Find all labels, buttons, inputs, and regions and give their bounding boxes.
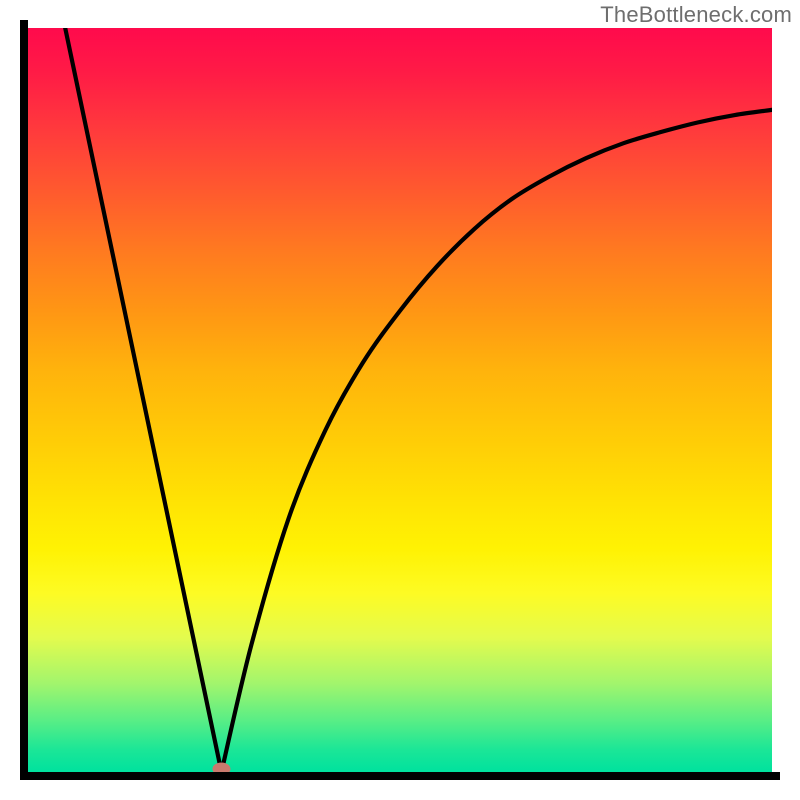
minimum-marker (212, 763, 230, 773)
plot-area (28, 28, 772, 772)
x-axis (20, 772, 780, 780)
bottleneck-curve (65, 28, 772, 772)
watermark-text: TheBottleneck.com (600, 2, 792, 28)
curve-layer (28, 28, 772, 772)
y-axis (20, 20, 28, 780)
chart-container: TheBottleneck.com (0, 0, 800, 800)
